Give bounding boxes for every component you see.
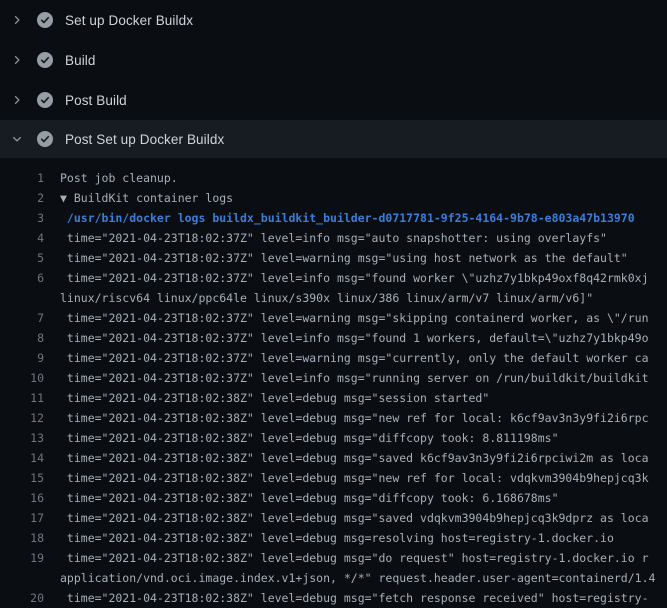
log-line-number[interactable]: 11 (0, 388, 44, 408)
log-line: 18 time="2021-04-23T18:02:38Z" level=deb… (0, 528, 667, 548)
step-row[interactable]: Build (0, 40, 667, 80)
log-line-text: time="2021-04-23T18:02:38Z" level=debug … (44, 408, 667, 428)
log-line-number[interactable]: 7 (0, 308, 44, 328)
log-line-text: time="2021-04-23T18:02:38Z" level=debug … (44, 448, 667, 468)
log-command-text: /usr/bin/docker logs buildx_buildkit_bui… (44, 208, 667, 228)
log-group-toggle[interactable]: ▼ BuildKit container logs (44, 188, 667, 208)
check-circle-icon (37, 92, 53, 108)
log-line-number[interactable]: 15 (0, 468, 44, 488)
log-line-number[interactable]: 5 (0, 248, 44, 268)
log-line-number[interactable]: 14 (0, 448, 44, 468)
log-line: 12 time="2021-04-23T18:02:38Z" level=deb… (0, 408, 667, 428)
log-line-text: time="2021-04-23T18:02:37Z" level=info m… (44, 268, 667, 308)
log-line: 10 time="2021-04-23T18:02:37Z" level=inf… (0, 368, 667, 388)
log-line-number[interactable]: 2 (0, 188, 44, 208)
log-line: 11 time="2021-04-23T18:02:38Z" level=deb… (0, 388, 667, 408)
log-line-text: time="2021-04-23T18:02:38Z" level=debug … (44, 488, 667, 508)
log-line-number[interactable]: 12 (0, 408, 44, 428)
log-line-text: time="2021-04-23T18:02:37Z" level=info m… (44, 228, 667, 248)
log-line-text: time="2021-04-23T18:02:37Z" level=info m… (44, 368, 667, 388)
log-line-text: time="2021-04-23T18:02:37Z" level=warnin… (44, 248, 667, 268)
log-line: 5 time="2021-04-23T18:02:37Z" level=warn… (0, 248, 667, 268)
log-line: 20 time="2021-04-23T18:02:38Z" level=deb… (0, 588, 667, 608)
log-line-text: time="2021-04-23T18:02:38Z" level=debug … (44, 548, 667, 588)
check-circle-icon (37, 12, 53, 28)
log-line-number[interactable]: 4 (0, 228, 44, 248)
log-line-text: Post job cleanup. (44, 168, 667, 188)
log-line-number[interactable]: 20 (0, 588, 44, 608)
step-label: Build (65, 53, 96, 68)
log-viewer: 1 Post job cleanup. 2 ▼ BuildKit contain… (0, 158, 667, 608)
log-line-text: time="2021-04-23T18:02:38Z" level=debug … (44, 428, 667, 448)
log-line-number[interactable]: 1 (0, 168, 44, 188)
step-label: Set up Docker Buildx (65, 13, 193, 28)
step-row[interactable]: Post Build (0, 80, 667, 120)
step-label: Post Build (65, 93, 127, 108)
log-line: 13 time="2021-04-23T18:02:38Z" level=deb… (0, 428, 667, 448)
log-line-text: time="2021-04-23T18:02:37Z" level=info m… (44, 328, 667, 348)
chevron-right-icon[interactable] (10, 53, 24, 67)
log-line: 3 /usr/bin/docker logs buildx_buildkit_b… (0, 208, 667, 228)
log-line-text: time="2021-04-23T18:02:38Z" level=debug … (44, 388, 667, 408)
log-line: 17 time="2021-04-23T18:02:38Z" level=deb… (0, 508, 667, 528)
step-row[interactable]: Post Set up Docker Buildx (0, 120, 667, 158)
workflow-steps-list: Set up Docker Buildx Build P (0, 0, 667, 158)
log-line-number[interactable]: 19 (0, 548, 44, 568)
log-line-text: time="2021-04-23T18:02:38Z" level=debug … (44, 528, 667, 548)
log-line-number[interactable]: 10 (0, 368, 44, 388)
log-line-text: time="2021-04-23T18:02:37Z" level=warnin… (44, 308, 667, 328)
check-circle-icon (37, 131, 53, 147)
log-line-text: time="2021-04-23T18:02:37Z" level=warnin… (44, 348, 667, 368)
step-row[interactable]: Set up Docker Buildx (0, 0, 667, 40)
log-line-number[interactable]: 18 (0, 528, 44, 548)
log-line-text: time="2021-04-23T18:02:38Z" level=debug … (44, 588, 667, 608)
log-line: 16 time="2021-04-23T18:02:38Z" level=deb… (0, 488, 667, 508)
chevron-right-icon[interactable] (10, 93, 24, 107)
log-line-number[interactable]: 13 (0, 428, 44, 448)
log-line: 4 time="2021-04-23T18:02:37Z" level=info… (0, 228, 667, 248)
log-line: 2 ▼ BuildKit container logs (0, 188, 667, 208)
chevron-down-icon[interactable] (10, 132, 24, 146)
log-line-number[interactable]: 16 (0, 488, 44, 508)
log-line-number[interactable]: 9 (0, 348, 44, 368)
log-line: 1 Post job cleanup. (0, 168, 667, 188)
log-line-number[interactable]: 8 (0, 328, 44, 348)
log-line-text: time="2021-04-23T18:02:38Z" level=debug … (44, 468, 667, 488)
log-line-number[interactable]: 17 (0, 508, 44, 528)
log-line-text: time="2021-04-23T18:02:38Z" level=debug … (44, 508, 667, 528)
chevron-right-icon[interactable] (10, 13, 24, 27)
log-line: 15 time="2021-04-23T18:02:38Z" level=deb… (0, 468, 667, 488)
step-label: Post Set up Docker Buildx (65, 132, 224, 147)
log-line: 7 time="2021-04-23T18:02:37Z" level=warn… (0, 308, 667, 328)
check-circle-icon (37, 52, 53, 68)
log-line: 8 time="2021-04-23T18:02:37Z" level=info… (0, 328, 667, 348)
log-line-number[interactable]: 6 (0, 268, 44, 288)
log-line: 19 time="2021-04-23T18:02:38Z" level=deb… (0, 548, 667, 588)
log-line-number[interactable]: 3 (0, 208, 44, 228)
log-line: 14 time="2021-04-23T18:02:38Z" level=deb… (0, 448, 667, 468)
log-line: 6 time="2021-04-23T18:02:37Z" level=info… (0, 268, 667, 308)
log-line: 9 time="2021-04-23T18:02:37Z" level=warn… (0, 348, 667, 368)
